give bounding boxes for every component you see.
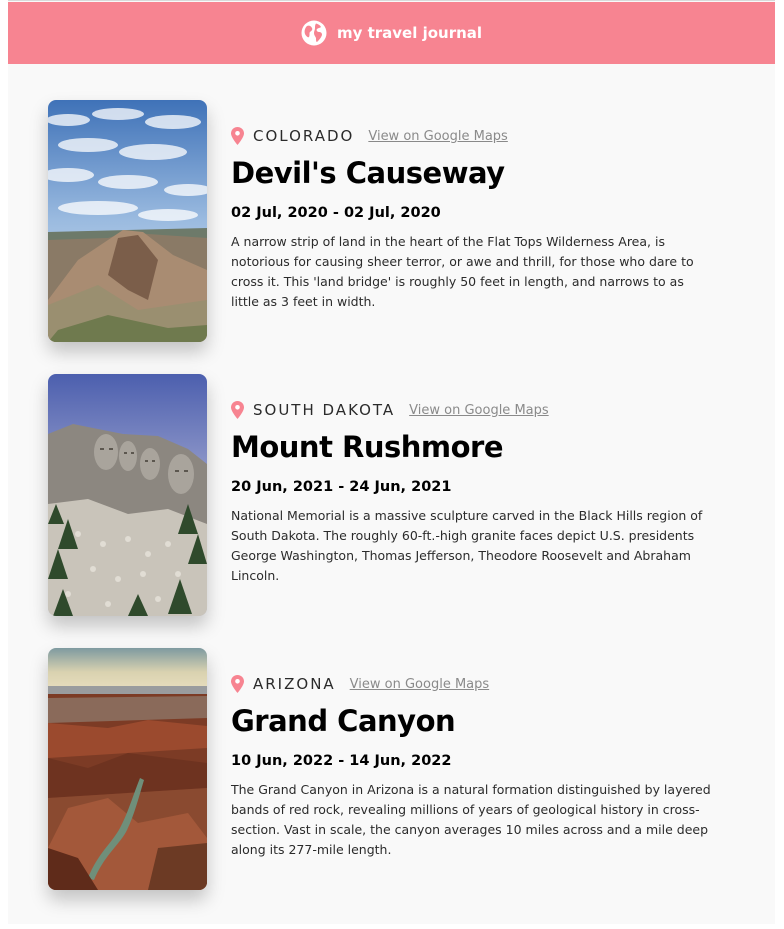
google-maps-link[interactable]: View on Google Maps [350,677,490,692]
location-row: SOUTH DAKOTA View on Google Maps [231,399,711,421]
entry-dates: 02 Jul, 2020 - 02 Jul, 2020 [231,205,441,221]
entry-location: SOUTH DAKOTA [253,401,396,419]
google-maps-link[interactable]: View on Google Maps [409,403,549,418]
entry-info: SOUTH DAKOTA View on Google Maps Mount R… [231,399,711,586]
entry-location: COLORADO [253,127,355,145]
map-pin-icon [231,127,244,145]
globe-icon [301,20,327,46]
entry-photo [48,648,207,890]
location-row: ARIZONA View on Google Maps [231,673,711,695]
entry-description: The Grand Canyon in Arizona is a natural… [231,782,711,857]
entry-title: Grand Canyon [231,704,456,738]
journal-entry: SOUTH DAKOTA View on Google Maps Mount R… [48,374,748,616]
devils-causeway-photo [48,100,207,342]
entry-title: Mount Rushmore [231,430,504,464]
entry-photo [48,100,207,342]
entry-description: A narrow strip of land in the heart of t… [231,234,694,309]
app-title: my travel journal [336,24,483,42]
entry-location: ARIZONA [253,675,336,693]
entry-info: COLORADO View on Google Maps Devil's Cau… [231,125,711,312]
grand-canyon-photo [48,648,207,890]
app-header: my travel journal [8,2,775,64]
app-logo[interactable]: my travel journal [301,20,482,46]
location-row: COLORADO View on Google Maps [231,125,711,147]
map-pin-icon [231,675,244,693]
journal-page: my travel journal COLORADO View on Googl… [8,0,775,924]
entry-title: Devil's Causeway [231,156,505,190]
entry-dates: 10 Jun, 2022 - 14 Jun, 2022 [231,753,452,769]
entry-dates: 20 Jun, 2021 - 24 Jun, 2021 [231,479,452,495]
entry-info: ARIZONA View on Google Maps Grand Canyon… [231,673,711,860]
journal-entry: ARIZONA View on Google Maps Grand Canyon… [48,648,748,890]
google-maps-link[interactable]: View on Google Maps [368,129,508,144]
mount-rushmore-photo [48,374,207,616]
journal-entry: COLORADO View on Google Maps Devil's Cau… [48,100,748,342]
entry-photo [48,374,207,616]
map-pin-icon [231,401,244,419]
entry-description: National Memorial is a massive sculpture… [231,508,703,583]
